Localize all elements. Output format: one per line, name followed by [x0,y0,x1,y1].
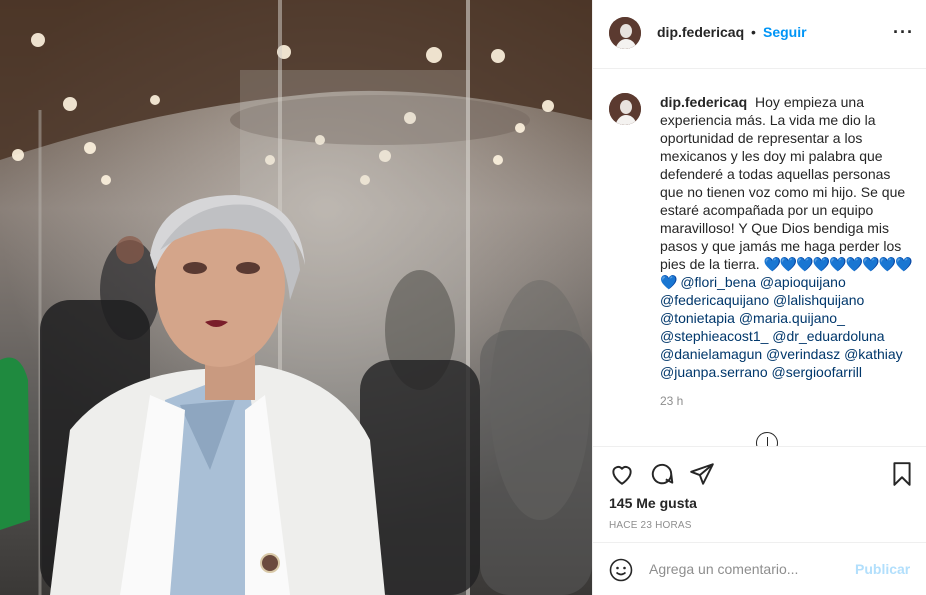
post-header: dip.federicaq • Seguir ··· [593,0,926,69]
smiley-icon[interactable] [609,558,633,582]
username-link[interactable]: dip.federicaq [657,24,744,40]
post-photo[interactable] [0,0,592,595]
comment-input[interactable]: Agrega un comentario... [649,561,798,577]
plus-circle-icon[interactable] [756,432,778,446]
more-options-icon[interactable]: ··· [893,22,914,43]
post-side-panel: dip.federicaq • Seguir ··· dip.federicaq… [592,0,926,595]
caption-avatar[interactable] [609,93,641,125]
publish-button[interactable]: Publicar [855,561,910,577]
post-caption: dip.federicaq Hoy empieza una experienci… [660,93,915,381]
caption-mentions[interactable]: @flori_bena @apioquijano @federicaquijan… [660,274,903,380]
comment-icon[interactable] [649,461,675,487]
caption-timestamp[interactable]: 23 h [660,394,683,408]
post-time[interactable]: HACE 23 HORAS [609,520,692,531]
heart-icon[interactable] [609,461,635,487]
avatar[interactable] [609,17,641,49]
separator-dot: • [751,24,756,40]
caption-username-link[interactable]: dip.federicaq [660,94,747,110]
paper-plane-icon[interactable] [689,461,715,487]
caption-area: dip.federicaq Hoy empieza una experienci… [593,69,926,446]
comment-bar: Agrega un comentario... Publicar [593,542,926,595]
action-bar: 145 Me gusta HACE 23 HORAS [593,446,926,542]
photo-image [0,0,592,595]
bookmark-icon[interactable] [889,461,915,487]
likes-count[interactable]: 145 Me gusta [609,495,697,511]
follow-button[interactable]: Seguir [763,24,807,40]
caption-text: Hoy empieza una experiencia más. La vida… [660,94,906,272]
